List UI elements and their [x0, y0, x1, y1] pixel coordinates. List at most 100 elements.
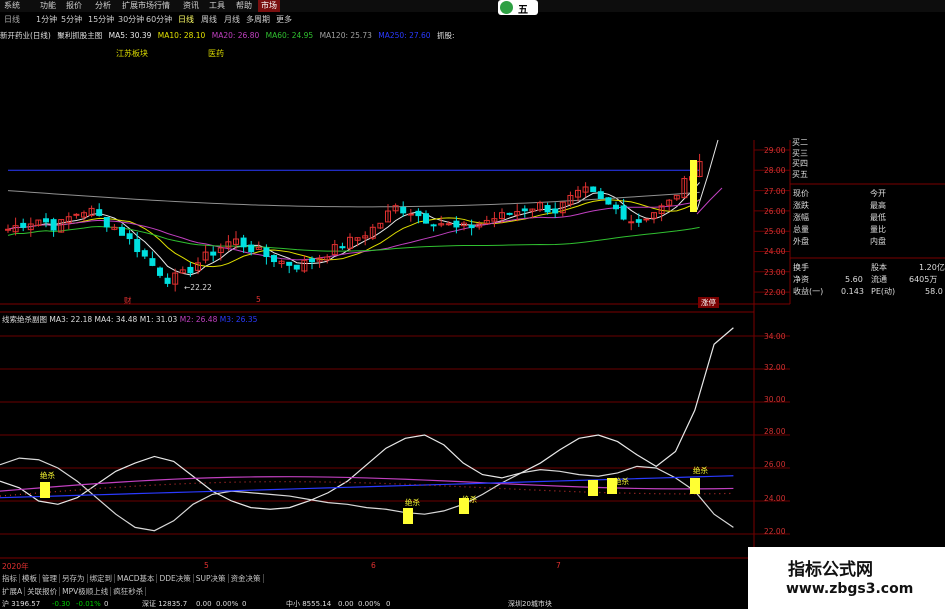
quote-label: 最高 — [870, 201, 886, 210]
limit-up-candle — [690, 160, 697, 212]
tab-capital[interactable]: 资金决策 — [228, 574, 264, 583]
candle-body — [248, 244, 255, 253]
candle-body — [157, 267, 163, 276]
candle-body — [407, 213, 414, 216]
candle-body — [73, 213, 80, 216]
tab-related-quote[interactable]: 关联报价 — [25, 587, 61, 596]
price-tick: 28.00 — [764, 166, 786, 175]
watermark-url: www.zbgs3.com — [786, 581, 914, 597]
signal-label: 绝杀 — [40, 471, 55, 480]
stat-row: 换手 股本 1.20亿 — [793, 262, 945, 274]
index-sme[interactable]: 中小 8555.14 — [286, 599, 331, 609]
quote-label: 量比 — [870, 225, 886, 234]
tab-sup[interactable]: SUP决策 — [193, 574, 229, 583]
index-sme-pct: 0.00% — [358, 600, 381, 608]
stat-label: PE(动) — [871, 287, 896, 296]
sub-m1: M1: 31.03 — [139, 315, 178, 324]
status-block: 深圳20城市块 — [508, 600, 552, 608]
tab-indicator[interactable]: 指标 — [0, 574, 20, 583]
candle-body — [126, 233, 133, 240]
tab-save-as[interactable]: 另存为 — [60, 574, 88, 583]
candle-body — [50, 219, 57, 231]
low-marker-value: 22.22 — [190, 283, 212, 292]
tab-macd[interactable]: MACD基本 — [115, 574, 158, 583]
tab-mpv[interactable]: MPV极顺上线 — [60, 587, 112, 596]
index-sz-vol: 0 — [242, 600, 247, 608]
watermark-title: 指标公式网 — [788, 560, 873, 580]
sub-lines — [0, 327, 734, 532]
candle-body — [400, 206, 407, 214]
candle-body — [643, 218, 650, 221]
tab-template[interactable]: 模板 — [20, 574, 40, 583]
event-marker[interactable]: 财 — [124, 295, 132, 306]
index-sz[interactable]: 深证 12835.7 — [142, 599, 187, 609]
buy-row: 买三 — [792, 148, 808, 158]
stat-value: 6405万 — [909, 275, 938, 284]
price-tick: 27.00 — [764, 187, 786, 196]
price-tick: 24.00 — [764, 247, 786, 256]
index-sh-vol: 0 — [104, 600, 109, 608]
index-sz-pct: 0.00% — [216, 600, 239, 608]
sub-tick: 26.00 — [764, 460, 786, 469]
candle-body — [521, 208, 528, 212]
sub-tick: 22.00 — [764, 527, 786, 536]
event-marker[interactable]: 5 — [256, 295, 261, 304]
quote-label: 现价 — [793, 189, 809, 198]
stat-row: 净资 5.60 流通 6405万 — [793, 274, 945, 286]
candle-body — [141, 250, 148, 257]
candle-body — [103, 216, 110, 228]
stat-value: 5.60 — [845, 275, 863, 284]
quote-stats: 换手 股本 1.20亿 净资 5.60 流通 6405万 收益(一) 0.143… — [793, 262, 945, 298]
candle-body — [210, 251, 217, 256]
tab-crazy[interactable]: 疯狂秒杀 — [111, 587, 147, 596]
stat-value: 0.143 — [841, 287, 864, 296]
tab-bind[interactable]: 绑定到 — [87, 574, 115, 583]
candle-body — [430, 224, 437, 227]
price-tick: 23.00 — [764, 268, 786, 277]
candle-body — [187, 266, 194, 274]
trading-window: 系统 功能 报价 分析 扩展市场行情 资讯 工具 帮助 市场 五 日线 1分钟 … — [0, 0, 945, 609]
index-sme-change: 0.00 — [338, 600, 354, 608]
sub-tick: 30.00 — [764, 395, 786, 404]
candle-body — [613, 204, 619, 210]
index-sme-vol: 0 — [386, 600, 391, 608]
quote-label: 今开 — [870, 189, 886, 198]
tab-dde[interactable]: DDE决策 — [157, 574, 194, 583]
candle-body — [415, 210, 422, 217]
tab-manage[interactable]: 管理 — [40, 574, 60, 583]
stat-label: 股本 — [871, 263, 887, 272]
candle-body — [134, 239, 141, 253]
candle-body — [339, 246, 346, 249]
signal-label: 绝杀 — [405, 498, 420, 507]
date-label: 5 — [204, 561, 209, 570]
candle-body — [164, 277, 171, 284]
ma20-tail — [696, 187, 723, 215]
index-sz-change: 0.00 — [196, 600, 212, 608]
extension-tabs: 扩展A 关联报价 MPV极顺上线 疯狂秒杀 — [0, 586, 147, 597]
price-tick: 22.00 — [764, 288, 786, 297]
candle-body — [271, 255, 277, 263]
candle-body — [506, 212, 513, 215]
sub-indicator-name[interactable]: 线索绝杀副图 — [2, 315, 47, 324]
candles — [5, 153, 703, 292]
price-tick: 29.00 — [764, 146, 786, 155]
indicator-tabs: 指标 模板 管理 另存为 绑定到 MACD基本 DDE决策 SUP决策 资金决策 — [0, 573, 264, 584]
stat-row: 收益(一) 0.143 PE(动) 58.0 — [793, 286, 945, 298]
quote-label: 涨跌 — [793, 201, 809, 210]
candle-body — [605, 197, 612, 205]
candle-body — [552, 208, 559, 214]
price-tick: 25.00 — [764, 227, 786, 236]
stat-label: 净资 — [793, 275, 809, 284]
sub-tick: 28.00 — [764, 427, 786, 436]
date-label: 7 — [556, 561, 561, 570]
candle-body — [5, 228, 11, 231]
sub-m3: M3: 26.35 — [219, 315, 258, 324]
signal-label: 绝杀 — [693, 466, 708, 475]
stat-label: 换手 — [793, 263, 809, 272]
tab-ext-a[interactable]: 扩展A — [0, 587, 26, 596]
watermark: 指标公式网 www.zbgs3.com — [748, 547, 945, 609]
sub-grid — [0, 335, 790, 535]
sub-tick: 32.00 — [764, 363, 786, 372]
chart-canvas — [0, 139, 945, 575]
index-sh[interactable]: 沪 3196.57 — [2, 599, 40, 609]
